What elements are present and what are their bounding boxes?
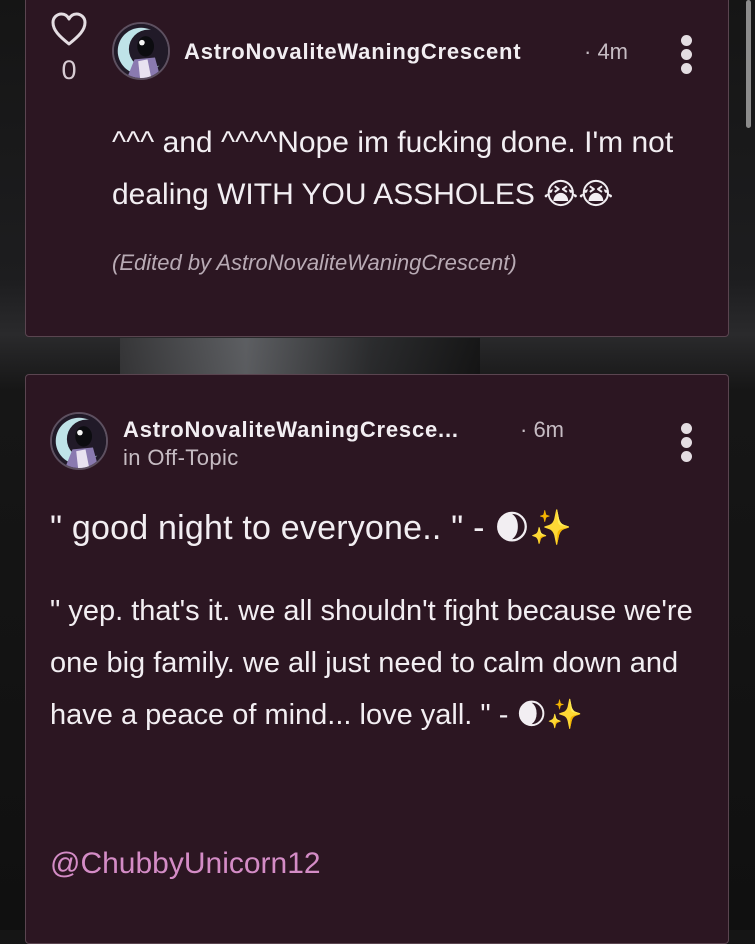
comment-username[interactable]: AstroNovaliteWaningCrescent (184, 39, 521, 65)
post-timestamp: · 6m (520, 417, 564, 442)
scrollbar[interactable] (746, 0, 751, 128)
post-title[interactable]: " good night to everyone.. " - 🌒✨ (50, 508, 572, 548)
post-body: " yep. that's it. we all shouldn't fight… (50, 595, 693, 731)
post-username[interactable]: AstroNovaliteWaningCresce... (123, 417, 459, 443)
mention-link[interactable]: @ChubbyUnicorn12 (50, 847, 321, 881)
more-vertical-icon[interactable] (680, 35, 694, 75)
avatar[interactable] (50, 412, 108, 470)
avatar[interactable] (112, 22, 170, 80)
comment-card: 0 AstroNovaliteWaningCrescent · 4m ^^^ a… (25, 0, 729, 337)
background-photo-strip (120, 338, 480, 374)
like-count: 0 (61, 55, 77, 85)
heart-icon[interactable] (50, 11, 88, 47)
comment-body: ^^^ and ^^^^Nope im fucking done. I'm no… (112, 126, 674, 211)
post-community[interactable]: in Off-Topic (123, 445, 239, 471)
edited-note: (Edited by AstroNovaliteWaningCrescent) (112, 250, 517, 275)
comment-timestamp: · 4m (584, 39, 628, 64)
more-vertical-icon[interactable] (680, 423, 694, 463)
post-card[interactable]: AstroNovaliteWaningCresce... · 6m in Off… (25, 374, 729, 944)
